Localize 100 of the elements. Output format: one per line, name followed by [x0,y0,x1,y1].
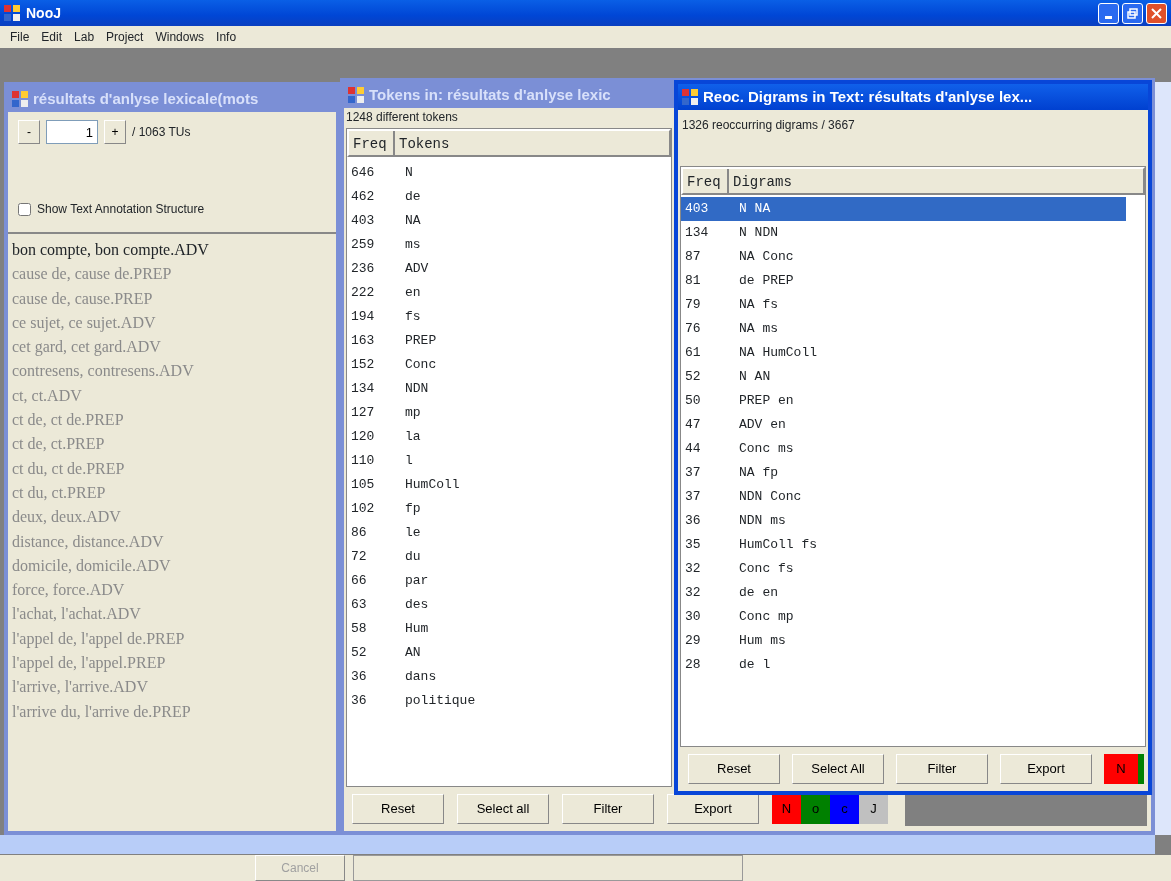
freq-text: 462 [350,188,376,207]
table-row[interactable]: 36 dans [347,665,671,689]
table-row[interactable]: 86 le [347,521,671,545]
table-row[interactable]: 32 Conc fs [681,557,1126,581]
table-row[interactable]: 58 Hum [347,617,671,641]
table-row[interactable]: 32 de en [681,581,1126,605]
freq-text: 61 [684,344,702,363]
close-button[interactable] [1146,2,1167,24]
menu-item[interactable]: Info [210,26,243,48]
table-row[interactable]: 120 la [347,425,671,449]
table-row[interactable]: 52 N AN [681,365,1126,389]
restore-icon [1127,7,1138,19]
freq-text: 66 [350,572,368,591]
table-row[interactable]: 403 N NA [681,197,1126,221]
table-row[interactable]: 127 mp [347,401,671,425]
freq-text: 32 [684,560,702,579]
checkbox[interactable] [18,202,31,216]
table-row[interactable]: 163 PREP [347,329,671,353]
scrollbar[interactable] [0,835,1155,854]
table-row[interactable]: 30 Conc mp [681,605,1126,629]
table-row[interactable]: 37 NDN Conc [681,485,1126,509]
color-key[interactable] [1138,754,1144,784]
table-row[interactable]: 102 fp [347,497,671,521]
item-text: la [405,428,421,447]
action-button[interactable]: Select All [792,754,884,784]
action-button[interactable]: Export [1000,754,1092,784]
table-row[interactable]: 222 en [347,281,671,305]
action-button[interactable]: Select all [457,794,549,824]
menu-item[interactable]: Windows [149,26,211,48]
action-button[interactable]: Export [667,794,759,824]
menu-item[interactable]: Edit [35,26,69,48]
list-item[interactable]: bon compte, bon compte.ADV [12,238,332,263]
item-text: de en [739,584,778,603]
item-text: N NDN [739,224,778,243]
action-button[interactable]: Filter [562,794,654,824]
freq-text: 134 [350,380,376,399]
table-row[interactable]: 36 politique [347,689,671,713]
action-button[interactable]: Reset [688,754,780,784]
color-key[interactable]: N [772,794,801,824]
column-header[interactable]: Freq [349,131,395,155]
freq-text: 81 [684,272,702,291]
minimize-button[interactable] [1098,2,1119,24]
table-row[interactable]: 152 Conc [347,353,671,377]
table-row[interactable]: 87 NA Conc [681,245,1126,269]
action-button[interactable]: Reset [352,794,444,824]
column-header[interactable]: Tokens [395,131,669,155]
column-header[interactable]: Freq [683,169,729,193]
minimize-icon [1105,15,1112,19]
table-row[interactable]: 66 par [347,569,671,593]
unit-number-field[interactable]: 1 [46,120,98,144]
menu-item[interactable]: Lab [68,26,101,48]
plus-button[interactable]: + [104,120,126,144]
menu-item[interactable]: File [4,26,36,48]
table-row[interactable]: 79 NA fs [681,293,1126,317]
summary-text: 1248 different tokens [346,110,458,124]
action-button[interactable]: Filter [896,754,988,784]
menu-item[interactable]: Project [100,26,150,48]
restore-button[interactable] [1122,2,1143,24]
table-row[interactable]: 236 ADV [347,257,671,281]
item-text: de PREP [739,272,794,291]
item-text: NA fs [739,296,778,315]
table-row[interactable]: 28 de l [681,653,1126,677]
table-row[interactable]: 403 NA [347,209,671,233]
table-row[interactable]: 81 de PREP [681,269,1126,293]
freq-text: 52 [684,368,702,387]
freq-text: 222 [350,284,376,303]
table-row[interactable]: 52 AN [347,641,671,665]
table-row[interactable]: 462 de [347,185,671,209]
table-row[interactable]: 61 NA HumColl [681,341,1126,365]
color-key[interactable]: J [859,794,888,824]
item-text: N NA [739,200,771,219]
freq-text: 32 [684,584,702,603]
freq-text: 236 [350,260,376,279]
table-row[interactable]: 76 NA ms [681,317,1126,341]
table-row[interactable]: 36 NDN ms [681,509,1126,533]
item-text: N AN [739,368,771,387]
table-row[interactable]: 105 HumColl [347,473,671,497]
color-key[interactable]: o [801,794,830,824]
table-row[interactable]: 37 NA fp [681,461,1126,485]
item-text: dans [405,668,437,687]
freq-text: 72 [350,548,368,567]
color-key[interactable]: N [1104,754,1138,784]
table-row[interactable]: 50 PREP en [681,389,1126,413]
item-text: NDN Conc [739,488,802,507]
table-row[interactable]: 35 HumColl fs [681,533,1126,557]
table-row[interactable]: 29 Hum ms [681,629,1126,653]
table-row[interactable]: 134 NDN [347,377,671,401]
scrollbar[interactable] [1155,82,1171,835]
table-row[interactable]: 63 des [347,593,671,617]
table-row[interactable]: 47 ADV en [681,413,1126,437]
minus-button[interactable]: - [18,120,40,144]
freq-text: 58 [350,620,368,639]
table-row[interactable]: 72 du [347,545,671,569]
column-header[interactable]: Digrams [729,169,1143,193]
table-row[interactable]: 194 fs [347,305,671,329]
table-row[interactable]: 44 Conc ms [681,437,1126,461]
table-row[interactable]: 134 N NDN [681,221,1126,245]
table-row[interactable]: 646 N [347,161,671,185]
table-row[interactable]: 259 ms [347,233,671,257]
table-row[interactable]: 110 l [347,449,671,473]
